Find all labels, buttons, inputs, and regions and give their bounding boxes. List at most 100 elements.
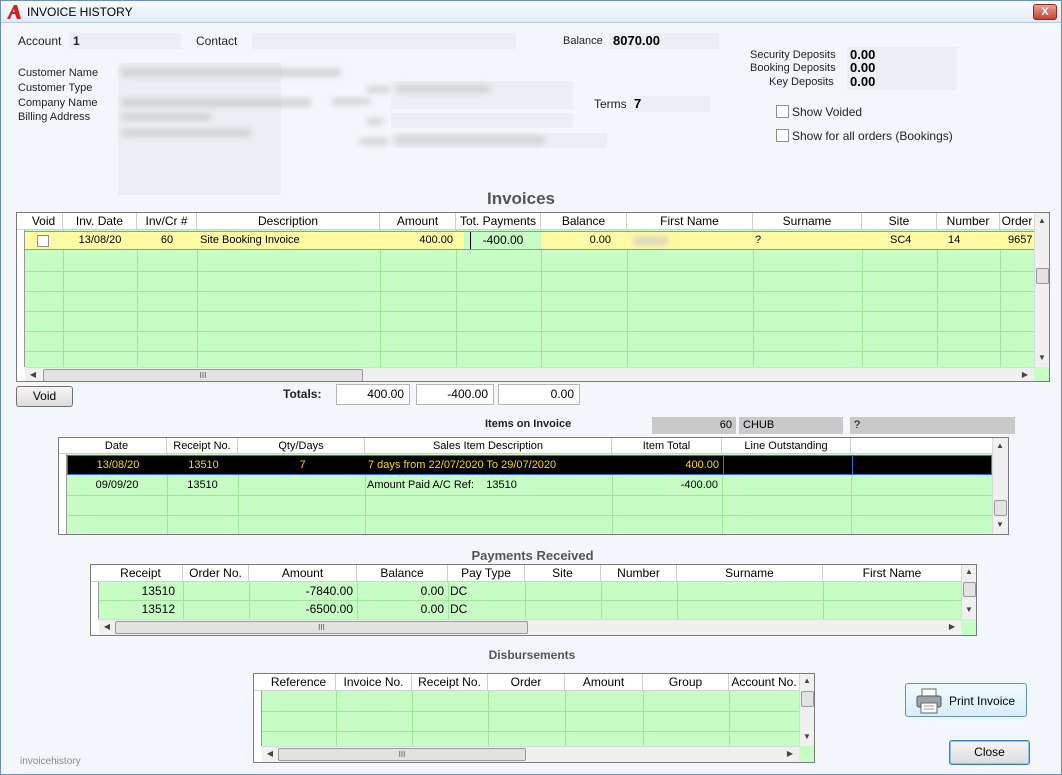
col-surname[interactable]: Surname [753,213,862,230]
col-order[interactable]: Order [488,674,565,691]
col-order-no[interactable]: Order No. [183,565,249,582]
void-checkbox[interactable] [37,235,49,247]
col-group[interactable]: Group [643,674,729,691]
payments-hscroll[interactable]: ◀ III ▶ [99,619,961,635]
scroll-up-icon[interactable]: ▲ [800,676,814,685]
col-sales-item-description[interactable]: Sales Item Description [365,438,612,455]
col-first-name[interactable]: First Name [627,213,753,230]
invoices-grid[interactable]: Void Inv. Date Inv/Cr # Description Amou… [16,212,1050,382]
window-close-button[interactable]: X [1033,4,1057,20]
col-amount[interactable]: Amount [380,213,456,230]
col-number[interactable]: Number [937,213,1000,230]
invoices-hscroll[interactable]: ◀ III ▶ [25,367,1034,381]
items-vscroll[interactable]: ▲ ▼ [992,438,1008,534]
col-item-total[interactable]: Item Total [612,438,722,455]
items-invoice-no: 60 [652,417,736,434]
scroll-left-icon[interactable]: ◀ [100,622,114,631]
scroll-left-icon[interactable]: ◀ [263,749,277,758]
col-tot-payments[interactable]: Tot. Payments [456,213,541,230]
scroll-down-icon[interactable]: ▼ [1035,353,1049,362]
col-site[interactable]: Site [525,565,601,582]
col-site[interactable]: Site [862,213,937,230]
scroll-thumb[interactable] [1036,268,1049,284]
print-invoice-button[interactable]: Print Invoice [905,683,1027,717]
col-amount[interactable]: Amount [249,565,357,582]
disbursements-hscroll[interactable]: ◀ III ▶ [262,746,799,762]
col-first-name[interactable]: First Name [823,565,961,582]
scroll-right-icon[interactable]: ▶ [1018,370,1032,379]
disbursements-grid[interactable]: Reference Invoice No. Receipt No. Order … [253,673,815,763]
payments-grid[interactable]: Receipt Order No. Amount Balance Pay Typ… [90,564,977,636]
col-pay-type[interactable]: Pay Type [448,565,525,582]
payment-balance-cell: 0.00 [420,584,444,598]
payments-vscroll[interactable]: ▲ ▼ [961,565,976,619]
col-receipt[interactable]: Receipt [99,565,183,582]
col-account-no[interactable]: Account No. [729,674,799,691]
payment-amount-cell: -6500.00 [305,602,353,616]
col-balance[interactable]: Balance [357,565,448,582]
invoices-vscroll[interactable]: ▲ ▼ [1034,213,1049,367]
scroll-down-icon[interactable]: ▼ [962,605,976,614]
col-description[interactable]: Description [197,213,380,230]
balance-cell: 0.00 [589,234,611,246]
scroll-up-icon[interactable]: ▲ [993,441,1007,450]
surname-cell: ? [755,234,762,246]
terms-label: Terms [594,97,627,111]
item-row-selected[interactable]: 13/08/20 13510 7 7 days from 22/07/2020 … [67,455,992,475]
scroll-down-icon[interactable]: ▼ [800,732,814,741]
col-receipt-no[interactable]: Receipt No. [412,674,488,691]
scroll-thumb[interactable] [963,582,976,597]
scroll-thumb-h[interactable]: III [278,748,526,761]
col-reference[interactable]: Reference [262,674,336,691]
scroll-right-icon[interactable]: ▶ [945,622,959,631]
app-logo-icon [7,5,21,19]
show-all-orders-checkbox[interactable] [776,129,789,142]
col-line-outstanding[interactable]: Line Outstanding [722,438,851,455]
scroll-thumb-h[interactable]: III [115,621,528,634]
payment-type-cell: DC [450,584,468,598]
scroll-up-icon[interactable]: ▲ [962,567,976,576]
scroll-thumb[interactable] [801,691,814,707]
title-bar: INVOICE HISTORY X [1,1,1061,23]
col-surname[interactable]: Surname [677,565,823,582]
printer-icon [916,688,942,714]
item-qty-cell: 7 [299,459,306,471]
close-button[interactable]: Close [949,740,1030,765]
scroll-down-icon[interactable]: ▼ [993,520,1007,529]
item-date-cell: 09/09/20 [95,479,139,491]
col-receipt-no[interactable]: Receipt No. [167,438,238,455]
totals-label: Totals: [283,387,322,401]
disbursements-vscroll[interactable]: ▲ ▼ [799,674,814,746]
col-number[interactable]: Number [601,565,677,582]
item-total-cell: 400.00 [685,459,719,471]
col-order[interactable]: Order [1000,213,1034,230]
scroll-right-icon[interactable]: ▶ [783,749,797,758]
invoice-row[interactable]: 13/08/20 60 Site Booking Invoice 400.00 … [25,231,1034,250]
account-value: 1 [73,34,80,48]
payments-cell[interactable]: -400.00 [465,232,541,249]
col-void[interactable]: Void [25,213,63,230]
booking-deposits-label: Booking Deposits [750,62,836,74]
redacted-address-line [121,113,211,121]
payment-row[interactable]: 13510 -7840.00 0.00 DC [99,582,961,600]
col-inv-date[interactable]: Inv. Date [63,213,137,230]
scroll-thumb[interactable] [994,500,1007,516]
scroll-left-icon[interactable]: ◀ [26,370,40,379]
col-date[interactable]: Date [67,438,167,455]
void-button[interactable]: Void [16,386,73,407]
col-balance[interactable]: Balance [541,213,627,230]
col-inv-cr[interactable]: Inv/Cr # [137,213,197,230]
col-qty-days[interactable]: Qty/Days [238,438,365,455]
col-invoice-no[interactable]: Invoice No. [336,674,412,691]
disbursements-rows [254,691,799,746]
scroll-thumb-h[interactable]: III [43,369,363,381]
items-grid[interactable]: Date Receipt No. Qty/Days Sales Item Des… [58,437,1009,535]
item-row[interactable]: 09/09/20 13510 Amount Paid A/C Ref: 1351… [67,475,992,495]
col-amount[interactable]: Amount [565,674,643,691]
payment-receipt-cell: 13512 [141,602,175,616]
payment-row[interactable]: 13512 -6500.00 0.00 DC [99,600,961,618]
payment-type-cell: DC [450,602,468,616]
show-voided-checkbox[interactable] [776,105,789,118]
billing-address-label: Billing Address [18,111,91,123]
scroll-up-icon[interactable]: ▲ [1035,216,1049,225]
